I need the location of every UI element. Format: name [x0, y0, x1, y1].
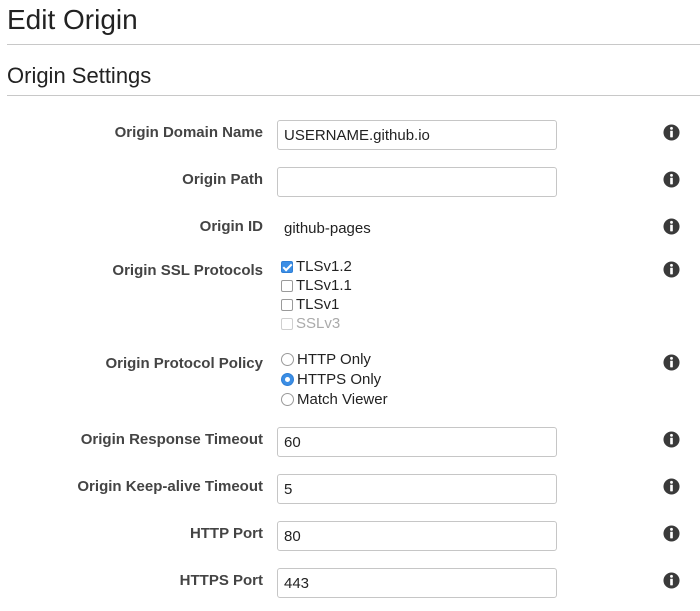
http-port-label: HTTP Port: [189, 525, 263, 542]
policy-option-https-only[interactable]: HTTPS Only: [281, 370, 381, 389]
origin-response-timeout-input[interactable]: [277, 427, 557, 457]
origin-protocol-policy-label: Origin Protocol Policy: [105, 355, 263, 372]
info-icon[interactable]: [663, 218, 680, 235]
origin-ssl-protocols-label: Origin SSL Protocols: [112, 262, 263, 279]
http-only-label: HTTP Only: [297, 351, 371, 368]
policy-option-match-viewer[interactable]: Match Viewer: [281, 390, 388, 409]
sslv3-label: SSLv3: [296, 315, 341, 332]
policy-option-http-only[interactable]: HTTP Only: [281, 350, 371, 369]
tlsv1-1-checkbox[interactable]: [281, 279, 293, 292]
origin-keepalive-timeout-label: Origin Keep-alive Timeout: [77, 478, 263, 495]
info-icon[interactable]: [663, 261, 680, 278]
origin-response-timeout-label: Origin Response Timeout: [80, 431, 263, 448]
ssl-option-tlsv1-2[interactable]: TLSv1.2: [281, 257, 352, 276]
ssl-option-tlsv1[interactable]: TLSv1: [281, 295, 339, 314]
origin-id-value: github-pages: [284, 220, 371, 237]
info-icon[interactable]: [663, 124, 680, 141]
tlsv1-2-label: TLSv1.2: [296, 258, 352, 275]
tlsv1-1-label: TLSv1.1: [296, 277, 352, 294]
page-title: Edit Origin: [7, 4, 138, 35]
section-divider: [7, 95, 700, 96]
info-icon[interactable]: [663, 431, 680, 448]
ssl-option-sslv3: SSLv3: [281, 314, 340, 333]
https-only-label: HTTPS Only: [297, 371, 382, 388]
origin-domain-name-label: Origin Domain Name: [114, 124, 263, 141]
origin-path-label: Origin Path: [182, 171, 263, 188]
ssl-option-tlsv1-1[interactable]: TLSv1.1: [281, 276, 352, 295]
tlsv1-2-checkbox[interactable]: [281, 260, 293, 273]
info-icon[interactable]: [663, 171, 680, 188]
info-icon[interactable]: [663, 478, 680, 495]
https-only-radio[interactable]: [281, 373, 294, 386]
https-port-input[interactable]: [277, 568, 557, 598]
origin-domain-name-input[interactable]: [277, 120, 557, 150]
tlsv1-label: TLSv1: [296, 296, 340, 313]
http-port-input[interactable]: [277, 521, 557, 551]
tlsv1-checkbox[interactable]: [281, 298, 293, 311]
https-port-label: HTTPS Port: [179, 572, 263, 589]
http-only-radio[interactable]: [281, 353, 294, 366]
origin-keepalive-timeout-input[interactable]: [277, 474, 557, 504]
info-icon[interactable]: [663, 354, 680, 371]
info-icon[interactable]: [663, 525, 680, 542]
title-divider: [7, 44, 700, 45]
edit-origin-page: Edit Origin Origin Settings Origin Domai…: [0, 0, 700, 611]
origin-path-input[interactable]: [277, 167, 557, 197]
sslv3-checkbox: [281, 317, 293, 330]
section-title: Origin Settings: [7, 63, 152, 88]
match-viewer-label: Match Viewer: [297, 391, 388, 408]
info-icon[interactable]: [663, 572, 680, 589]
origin-id-label: Origin ID: [199, 218, 263, 235]
match-viewer-radio[interactable]: [281, 393, 294, 406]
